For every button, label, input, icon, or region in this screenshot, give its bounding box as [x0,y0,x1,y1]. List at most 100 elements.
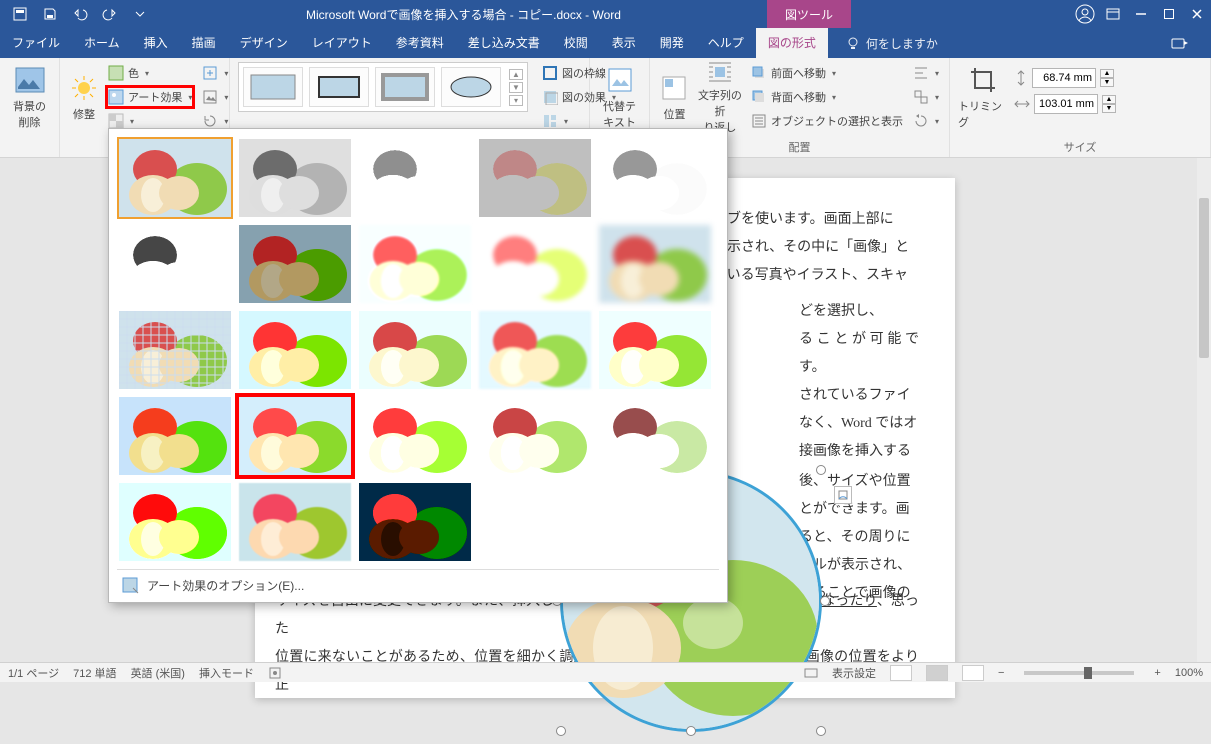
resize-handle[interactable] [816,465,826,475]
ribbon-options-icon[interactable] [1099,0,1127,28]
color-button[interactable]: 色▾ [106,62,194,84]
zoom-out-button[interactable]: − [998,667,1004,679]
zoom-in-button[interactable]: + [1154,667,1160,679]
spin-up[interactable]: ▲ [1100,69,1114,78]
width-input[interactable] [1034,94,1098,114]
art-effect-option[interactable] [117,137,233,219]
tab-design[interactable]: デザイン [228,28,300,58]
style-thumb-3[interactable] [375,67,435,107]
wrap-text-button[interactable]: 文字列の折 り返し [697,62,743,132]
height-input[interactable] [1032,68,1096,88]
style-thumb-2[interactable] [309,67,369,107]
artistic-effects-options[interactable]: アート効果のオプション(E)... [117,569,719,598]
status-page[interactable]: 1/1 ページ [8,665,59,681]
art-effect-option[interactable] [237,395,353,477]
qat-more-icon[interactable] [126,0,154,28]
art-effect-option[interactable] [357,481,473,563]
alt-text-button[interactable]: 代替テ キスト [598,62,641,132]
artistic-effects-button[interactable]: アート効果▾ [106,86,194,108]
art-effect-option[interactable] [597,395,713,477]
art-effect-option[interactable] [477,395,593,477]
status-insert-mode[interactable]: 挿入モード [199,665,254,681]
group-button[interactable]: ▾ [911,86,941,108]
art-effect-option[interactable] [117,395,233,477]
tab-draw[interactable]: 描画 [180,28,228,58]
autosave-icon[interactable] [6,0,34,28]
art-effect-option[interactable] [237,481,353,563]
tell-me[interactable]: 何をしますか [846,35,938,52]
send-backward-button[interactable]: 背面へ移動▾ [749,86,905,108]
save-icon[interactable] [36,0,64,28]
tab-picture-format[interactable]: 図の形式 [756,28,828,58]
art-effect-option[interactable] [477,223,593,305]
art-effect-option[interactable] [357,395,473,477]
status-words[interactable]: 712 単語 [73,665,116,681]
tab-review[interactable]: 校閲 [552,28,600,58]
resize-handle[interactable] [686,726,696,736]
crop-button[interactable]: トリミング [958,62,1008,132]
picture-styles-gallery[interactable]: ▲▼▾ [238,62,528,112]
position-button[interactable]: 位置 [658,62,691,132]
zoom-level[interactable]: 100% [1175,667,1203,679]
width-field[interactable]: ▲▼ [1014,94,1116,114]
scrollbar-thumb[interactable] [1199,198,1209,358]
art-effect-option[interactable] [117,223,233,305]
zoom-knob[interactable] [1084,667,1092,679]
art-effect-option[interactable] [117,309,233,391]
layout-options-icon[interactable] [834,486,852,504]
tab-file[interactable]: ファイル [0,28,72,58]
tab-home[interactable]: ホーム [72,28,132,58]
tab-layout[interactable]: レイアウト [300,28,384,58]
display-settings-icon[interactable] [804,666,818,680]
view-print-layout[interactable] [926,665,948,681]
remove-background-button[interactable]: 背景の 削除 [8,62,51,132]
tab-help[interactable]: ヘルプ [696,28,756,58]
account-icon[interactable] [1071,0,1099,28]
selection-pane-button[interactable]: オブジェクトの選択と表示 [749,110,905,132]
view-read-mode[interactable] [890,665,912,681]
rotate-button[interactable]: ▾ [911,110,941,132]
align-button[interactable]: ▾ [911,62,941,84]
tab-view[interactable]: 表示 [600,28,648,58]
spin-up[interactable]: ▲ [1102,95,1116,104]
maximize-icon[interactable] [1155,0,1183,28]
art-effect-option[interactable] [477,309,593,391]
redo-icon[interactable] [96,0,124,28]
art-effect-option[interactable] [357,309,473,391]
resize-handle[interactable] [820,596,830,606]
compress-button[interactable]: ▾ [200,62,230,84]
change-picture-button[interactable]: ▾ [200,86,230,108]
styles-more[interactable]: ▲▼▾ [509,69,523,106]
art-effect-option[interactable] [597,223,713,305]
tab-references[interactable]: 参考資料 [384,28,456,58]
height-field[interactable]: ▲▼ [1014,68,1116,88]
macro-icon[interactable] [268,666,282,680]
resize-handle[interactable] [556,726,566,736]
tab-mailmerge[interactable]: 差し込み文書 [456,28,552,58]
undo-icon[interactable] [66,0,94,28]
art-effect-option[interactable] [357,137,473,219]
close-icon[interactable] [1183,0,1211,28]
spin-down[interactable]: ▼ [1102,104,1116,113]
corrections-button[interactable]: 修整 [68,62,100,132]
tab-insert[interactable]: 挿入 [132,28,180,58]
status-language[interactable]: 英語 (米国) [131,665,185,681]
resize-handle[interactable] [816,726,826,736]
view-web-layout[interactable] [962,665,984,681]
art-effect-option[interactable] [237,223,353,305]
vertical-scrollbar[interactable] [1197,158,1211,662]
status-display-settings[interactable]: 表示設定 [832,665,876,681]
art-effect-option[interactable] [357,223,473,305]
art-effect-option[interactable] [597,309,713,391]
art-effect-option[interactable] [477,137,593,219]
art-effect-option[interactable] [117,481,233,563]
bring-forward-button[interactable]: 前面へ移動▾ [749,62,905,84]
minimize-icon[interactable] [1127,0,1155,28]
style-thumb-1[interactable] [243,67,303,107]
share-icon[interactable] [1171,36,1211,50]
art-effect-option[interactable] [597,137,713,219]
zoom-slider[interactable] [1024,671,1134,675]
style-thumb-4[interactable] [441,67,501,107]
spin-down[interactable]: ▼ [1100,78,1114,87]
art-effect-option[interactable] [237,309,353,391]
